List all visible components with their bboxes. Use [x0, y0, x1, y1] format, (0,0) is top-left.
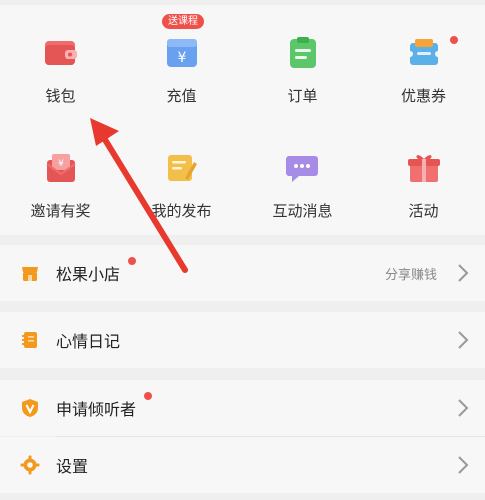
grid-item-label: 互动消息 — [272, 202, 333, 220]
wallet-icon — [44, 41, 77, 65]
grid-item-messages[interactable]: 互动消息 — [242, 120, 363, 235]
list-item-title: 申请倾听者 — [56, 400, 137, 419]
message-icon — [285, 156, 318, 182]
listener-badge-icon — [22, 399, 38, 417]
grid-item-order[interactable]: 订单 — [242, 5, 363, 120]
list-item-diary[interactable]: 心情日记 — [0, 312, 485, 368]
chevron-right-icon — [458, 264, 469, 282]
grid-item-label: 钱包 — [45, 87, 76, 105]
notification-dot — [128, 257, 136, 265]
chevron-right-icon — [458, 456, 469, 474]
grid-item-my-posts[interactable]: 我的发布 — [121, 120, 242, 235]
order-icon — [289, 37, 316, 68]
grid-item-label: 订单 — [287, 87, 318, 105]
svg-text:¥: ¥ — [177, 50, 186, 66]
grid-item-label: 邀请有奖 — [30, 202, 91, 220]
promo-badge: 送课程 — [162, 14, 204, 29]
grid-item-label: 充值 — [166, 87, 197, 105]
grid-item-activity[interactable]: 活动 — [363, 120, 484, 235]
grid-item-wallet[interactable]: 钱包 — [0, 5, 121, 120]
grid-item-label: 我的发布 — [151, 202, 212, 220]
diary-icon — [22, 332, 37, 348]
notification-dot — [450, 36, 458, 44]
chevron-right-icon — [458, 399, 469, 417]
svg-text:¥: ¥ — [58, 159, 64, 169]
list-item-subtext: 分享赚钱 — [384, 268, 437, 283]
settings-gear-icon — [20, 455, 40, 475]
my-posts-icon — [167, 155, 197, 181]
notification-dot — [144, 392, 152, 400]
feature-grid: 钱包 ¥ 充值 订单 优惠券 ¥ 邀请有奖 我的发布 互动消息 活动 送课程 — [0, 5, 485, 235]
invite-reward-icon: ¥ — [45, 154, 76, 182]
chevron-right-icon — [458, 331, 469, 349]
list-item-apply-listener[interactable]: 申请倾听者 — [0, 380, 485, 436]
shop-icon — [22, 267, 38, 281]
recharge-icon: ¥ — [166, 39, 197, 67]
gift-icon — [407, 155, 440, 182]
grid-item-label: 优惠券 — [400, 87, 446, 105]
coupon-icon — [406, 39, 441, 65]
grid-item-label: 活动 — [408, 202, 439, 220]
list-item-settings[interactable]: 设置 — [0, 437, 485, 493]
list-item-title: 设置 — [56, 457, 89, 476]
grid-item-invite-reward[interactable]: ¥ 邀请有奖 — [0, 120, 121, 235]
list-item-title: 松果小店 — [56, 265, 121, 284]
list-item-title: 心情日记 — [56, 332, 121, 351]
grid-item-coupon[interactable]: 优惠券 — [363, 5, 484, 120]
list-item-shop[interactable]: 松果小店 分享赚钱 — [0, 245, 485, 301]
